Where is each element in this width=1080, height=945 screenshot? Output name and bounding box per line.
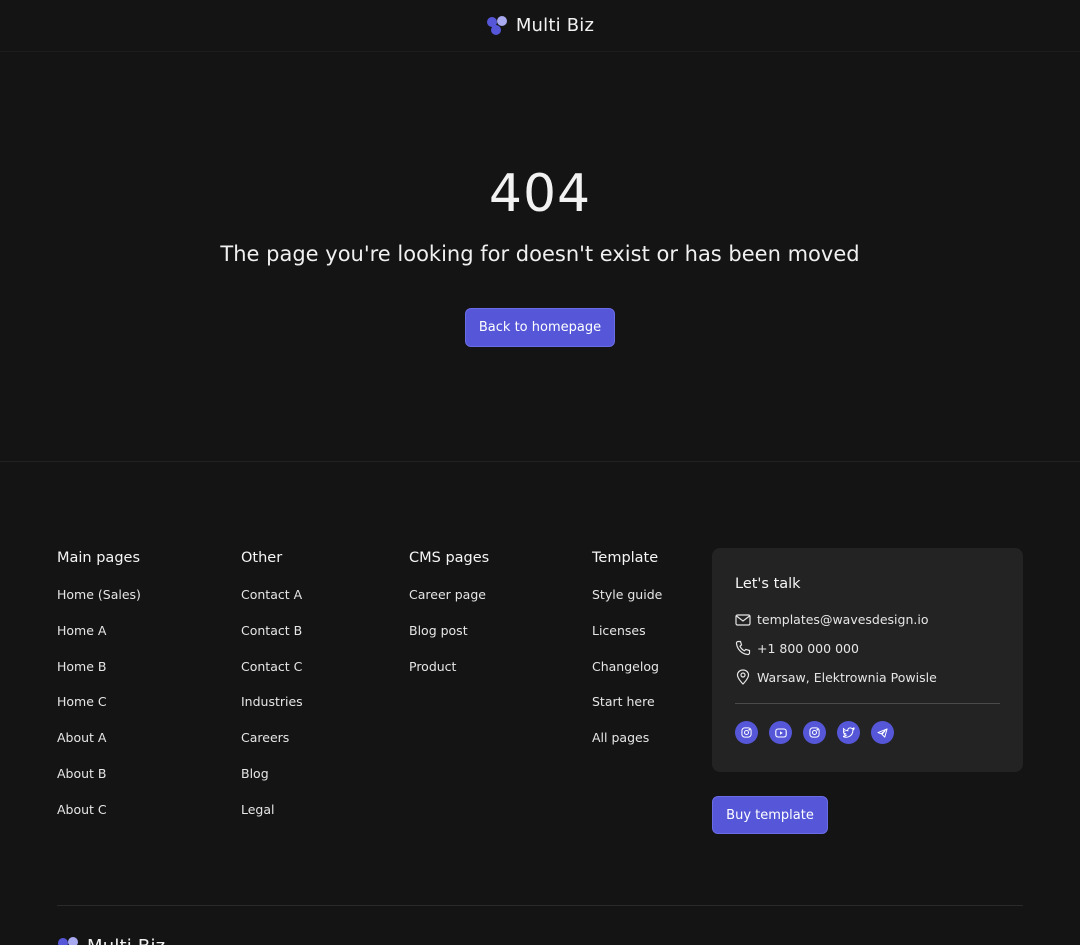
contact-phone: +1 800 000 000	[757, 640, 859, 656]
contact-card: Let's talk templates@wavesdesign.io +1 8…	[712, 548, 1023, 772]
contact-address: Warsaw, Elektrownia Powisle	[757, 669, 937, 685]
instagram-icon	[809, 727, 820, 738]
footer-link[interactable]: Blog post	[409, 623, 489, 659]
footer-link[interactable]: Home (Sales)	[57, 587, 141, 623]
footer-link[interactable]: Contact C	[241, 659, 303, 695]
footer-link[interactable]: Contact A	[241, 587, 303, 623]
footer-link[interactable]: Style guide	[592, 587, 662, 623]
footer-link[interactable]: Careers	[241, 730, 303, 766]
footer-divider	[57, 905, 1023, 906]
footer-link[interactable]: Start here	[592, 694, 662, 730]
contact-address-row: Warsaw, Elektrownia Powisle	[735, 669, 937, 685]
mail-icon	[735, 613, 751, 626]
contact-card-title: Let's talk	[735, 576, 801, 592]
location-pin-icon	[736, 669, 750, 685]
footer-column-title: Main pages	[57, 550, 140, 566]
footer-link[interactable]: Licenses	[592, 623, 662, 659]
footer-column-title: CMS pages	[409, 550, 490, 566]
page: Multi Biz 404 The page you're looking fo…	[0, 0, 1080, 945]
footer-link[interactable]: About C	[57, 802, 141, 838]
footer-link[interactable]: Industries	[241, 694, 303, 730]
footer-column-title: Other	[241, 550, 283, 566]
footer-link[interactable]: About B	[57, 766, 141, 802]
phone-icon	[735, 640, 751, 656]
error-code: 404	[488, 164, 592, 224]
footer-column-other: Other Contact A Contact B Contact C Indu…	[241, 548, 303, 838]
logo-icon	[486, 15, 507, 35]
footer-link[interactable]: Product	[409, 659, 489, 695]
telegram-icon	[877, 727, 888, 738]
brand-name: Multi Biz	[515, 15, 595, 36]
instagram-icon	[741, 727, 752, 738]
footer-column-main-pages: Main pages Home (Sales) Home A Home B Ho…	[57, 548, 141, 838]
buy-template-button[interactable]: Buy template	[712, 796, 828, 834]
twitter-icon	[842, 727, 855, 738]
footer-link[interactable]: Contact B	[241, 623, 303, 659]
footer-link[interactable]: Home B	[57, 659, 141, 695]
logo-icon	[58, 936, 78, 945]
footer-link[interactable]: About A	[57, 730, 141, 766]
footer-column-title: Template	[592, 550, 659, 566]
social-link-youtube[interactable]	[769, 721, 792, 744]
footer-column-template: Template Style guide Licenses Changelog …	[592, 548, 662, 766]
footer-link[interactable]: Blog	[241, 766, 303, 802]
footer-brand-name: Multi Biz	[87, 936, 165, 945]
social-link-instagram-2[interactable]	[803, 721, 826, 744]
back-to-homepage-button[interactable]: Back to homepage	[465, 308, 615, 347]
footer-link[interactable]: Home C	[57, 694, 141, 730]
contact-email-row[interactable]: templates@wavesdesign.io	[735, 612, 928, 627]
contact-phone-row[interactable]: +1 800 000 000	[735, 640, 859, 656]
footer-link[interactable]: Career page	[409, 587, 489, 623]
contact-divider	[735, 703, 1000, 704]
contact-email: templates@wavesdesign.io	[757, 612, 929, 627]
not-found-section: 404 The page you're looking for doesn't …	[0, 52, 1080, 462]
footer-link[interactable]: Changelog	[592, 659, 662, 695]
footer-link[interactable]: All pages	[592, 730, 662, 766]
footer-link[interactable]: Legal	[241, 802, 303, 838]
footer-link[interactable]: Home A	[57, 623, 141, 659]
social-links	[735, 721, 894, 744]
social-link-telegram[interactable]	[871, 721, 894, 744]
brand-logo-link[interactable]: Multi Biz	[486, 15, 594, 36]
footer-column-cms-pages: CMS pages Career page Blog post Product	[409, 548, 489, 694]
error-message: The page you're looking for doesn't exis…	[220, 242, 860, 266]
footer-brand[interactable]: Multi Biz	[57, 936, 165, 945]
top-navbar: Multi Biz	[0, 0, 1080, 52]
youtube-icon	[774, 727, 787, 738]
social-link-instagram[interactable]	[735, 721, 758, 744]
social-link-twitter[interactable]	[837, 721, 860, 744]
